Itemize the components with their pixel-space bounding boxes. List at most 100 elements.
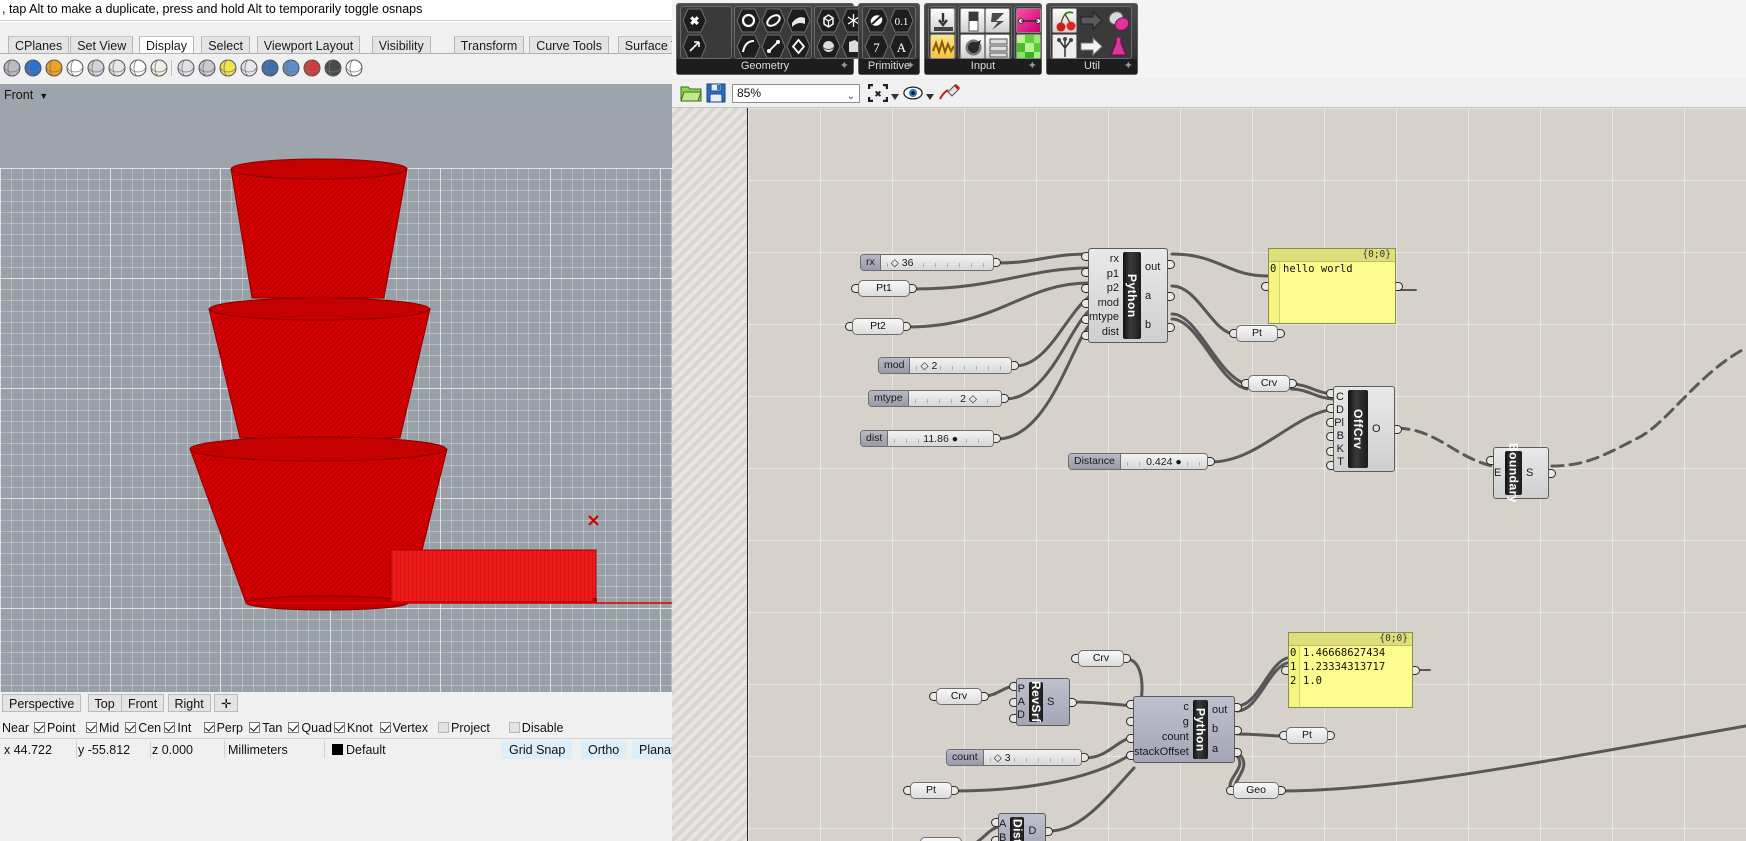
param-crv-14[interactable]: Crv [1071,650,1131,667]
render-orange-sphere-icon[interactable] [44,58,64,78]
zoom-extents-caret-icon[interactable] [891,89,899,103]
viewport-tab-top[interactable]: Top [87,694,122,712]
rhino-tab-display[interactable]: Display [139,36,194,54]
geometry-diamond-icon[interactable] [786,34,811,59]
param-input-port[interactable] [1229,329,1236,338]
osnap-project[interactable]: Project [438,720,490,736]
param-capsule[interactable]: Pt [1236,325,1278,342]
input-list-icon[interactable] [985,34,1010,59]
util-capsule-icon[interactable] [1106,8,1131,33]
primitive-text-icon[interactable]: A [889,34,914,59]
slider-knob-icon[interactable]: ◇ [994,752,1002,764]
earth-sphere-icon[interactable] [260,58,280,78]
osnap-near-label[interactable]: Near [2,720,29,736]
primitive-number-icon[interactable]: 0.1 [889,8,914,33]
zoom-level-combobox[interactable]: 85% ⌄ [732,84,860,103]
slider-track[interactable]: ◇ 2 [910,358,1011,373]
output-port-a[interactable] [1235,748,1242,757]
open-folder-icon[interactable] [680,83,702,103]
slider-mtype[interactable]: mtype 2 ◇ [868,390,1009,407]
param-geo-22[interactable]: Geo [1226,782,1286,799]
param-capsule[interactable]: Pt2 [852,318,904,335]
ghosted-sphere-icon[interactable] [86,58,106,78]
osnap-perp[interactable]: Perp [203,720,243,736]
osnap-int[interactable]: Int [164,720,191,736]
param-input-port[interactable] [1226,786,1233,795]
selected-blue-sphere-icon[interactable] [23,58,43,78]
input-expand-icon[interactable]: ✦ [1028,60,1037,73]
input-port-E[interactable] [1486,456,1493,465]
input-port-C[interactable] [1326,389,1333,398]
geometry-sphere-icon[interactable] [816,34,841,59]
technical-sphere-icon[interactable] [128,58,148,78]
status-coord-x[interactable]: x 44.722 [4,741,52,759]
bake-pencil-icon[interactable] [938,83,961,103]
add-viewport-tab-icon[interactable]: ✛ [214,694,239,712]
rhino-tab-curve-tools[interactable]: Curve Tools [529,36,609,54]
param-output-port[interactable] [904,322,911,331]
arctic-sphere-icon[interactable] [176,58,196,78]
component-boundary[interactable]: E Boundary S [1486,443,1556,503]
output-port-S[interactable] [1070,698,1077,707]
slider-track[interactable]: 0.424 ● [1120,454,1207,469]
output-port-out[interactable] [1168,260,1175,269]
output-port-S[interactable] [1549,469,1556,478]
output-port-O[interactable] [1395,425,1402,434]
status-coord-z[interactable]: z 0.000 [152,741,193,759]
geometry-params-icon[interactable]: ✖ [682,8,707,33]
geometry-surface-icon[interactable] [786,8,811,33]
param-output-port[interactable] [910,284,917,293]
osnap-quad-checkbox[interactable] [288,722,300,733]
input-port-A[interactable] [991,818,998,827]
param-pt-8[interactable]: Pt [1229,325,1285,342]
crosshair-sphere-icon[interactable] [239,58,259,78]
input-port-mod[interactable] [1081,299,1088,308]
component-body[interactable]: A B Dist D [998,813,1046,841]
slider-knob-icon[interactable]: ◇ [969,393,977,405]
panel-12[interactable]: {0;0} 0 hello world [1261,248,1403,324]
osnap-knot[interactable]: Knot [334,720,373,736]
input-port-rx[interactable] [1081,252,1088,261]
util-arrow-right-filled-icon[interactable] [1079,8,1104,33]
geometry-line-icon[interactable] [761,34,786,59]
rhino-tab-set-view[interactable]: Set View [70,36,134,54]
param-capsule[interactable]: Pt1 [858,280,910,297]
output-port-b[interactable] [1235,726,1242,735]
param-capsule[interactable]: Crv [1078,650,1124,667]
viewport-title[interactable]: Front ▼ [4,88,48,102]
pen-sphere-icon[interactable] [149,58,169,78]
osnap-vertex[interactable]: Vertex [379,720,428,736]
component-body[interactable]: C D Pl B K T OffCrv O [1333,386,1395,472]
osnap-tan[interactable]: Tan [249,720,282,736]
panel-13[interactable]: {0;0} 0 1.46668627434 1 1.23334313717 2 1.0 [1281,632,1420,708]
slider-output-port[interactable] [994,258,1001,267]
input-gradient-icon[interactable] [985,8,1010,33]
rhino-tab-select[interactable]: Select [201,36,250,54]
param-output-port[interactable] [1290,379,1297,388]
input-port-stackOffset[interactable] [1126,751,1133,760]
param-pt-20[interactable]: Pt [920,837,962,841]
status-toggle-grid-snap[interactable]: Grid Snap [502,741,573,759]
input-port-Pl[interactable] [1326,418,1333,427]
param-output-port[interactable] [1124,654,1131,663]
output-port-a[interactable] [1168,292,1175,301]
param-capsule[interactable]: Crv [1248,375,1290,392]
component-revsrf[interactable]: P A D RevSrf S [1009,678,1077,726]
slider-distance[interactable]: Distance 0.424 ● [1068,453,1215,470]
param-pt2-2[interactable]: Pt2 [845,318,911,335]
input-slider-icon[interactable] [930,8,955,33]
input-graph-icon[interactable] [930,34,955,59]
slider-mod[interactable]: mod ◇ 2 [878,357,1019,374]
input-knob-icon[interactable] [960,34,985,59]
wireframe-sphere-icon[interactable] [65,58,85,78]
slider-track[interactable]: ◇ 36 [880,255,993,270]
viewport-tab-right[interactable]: Right [167,694,211,712]
slider-output-port[interactable] [1082,753,1089,762]
input-port-A[interactable] [1009,698,1016,707]
input-port-B[interactable] [991,836,998,841]
osnap-vertex-checkbox[interactable] [379,722,391,733]
util-flask-icon[interactable] [1106,34,1131,59]
osnap-disable-checkbox[interactable] [508,722,520,733]
osnap-mid[interactable]: Mid [86,720,119,736]
input-port-K[interactable] [1326,447,1333,456]
